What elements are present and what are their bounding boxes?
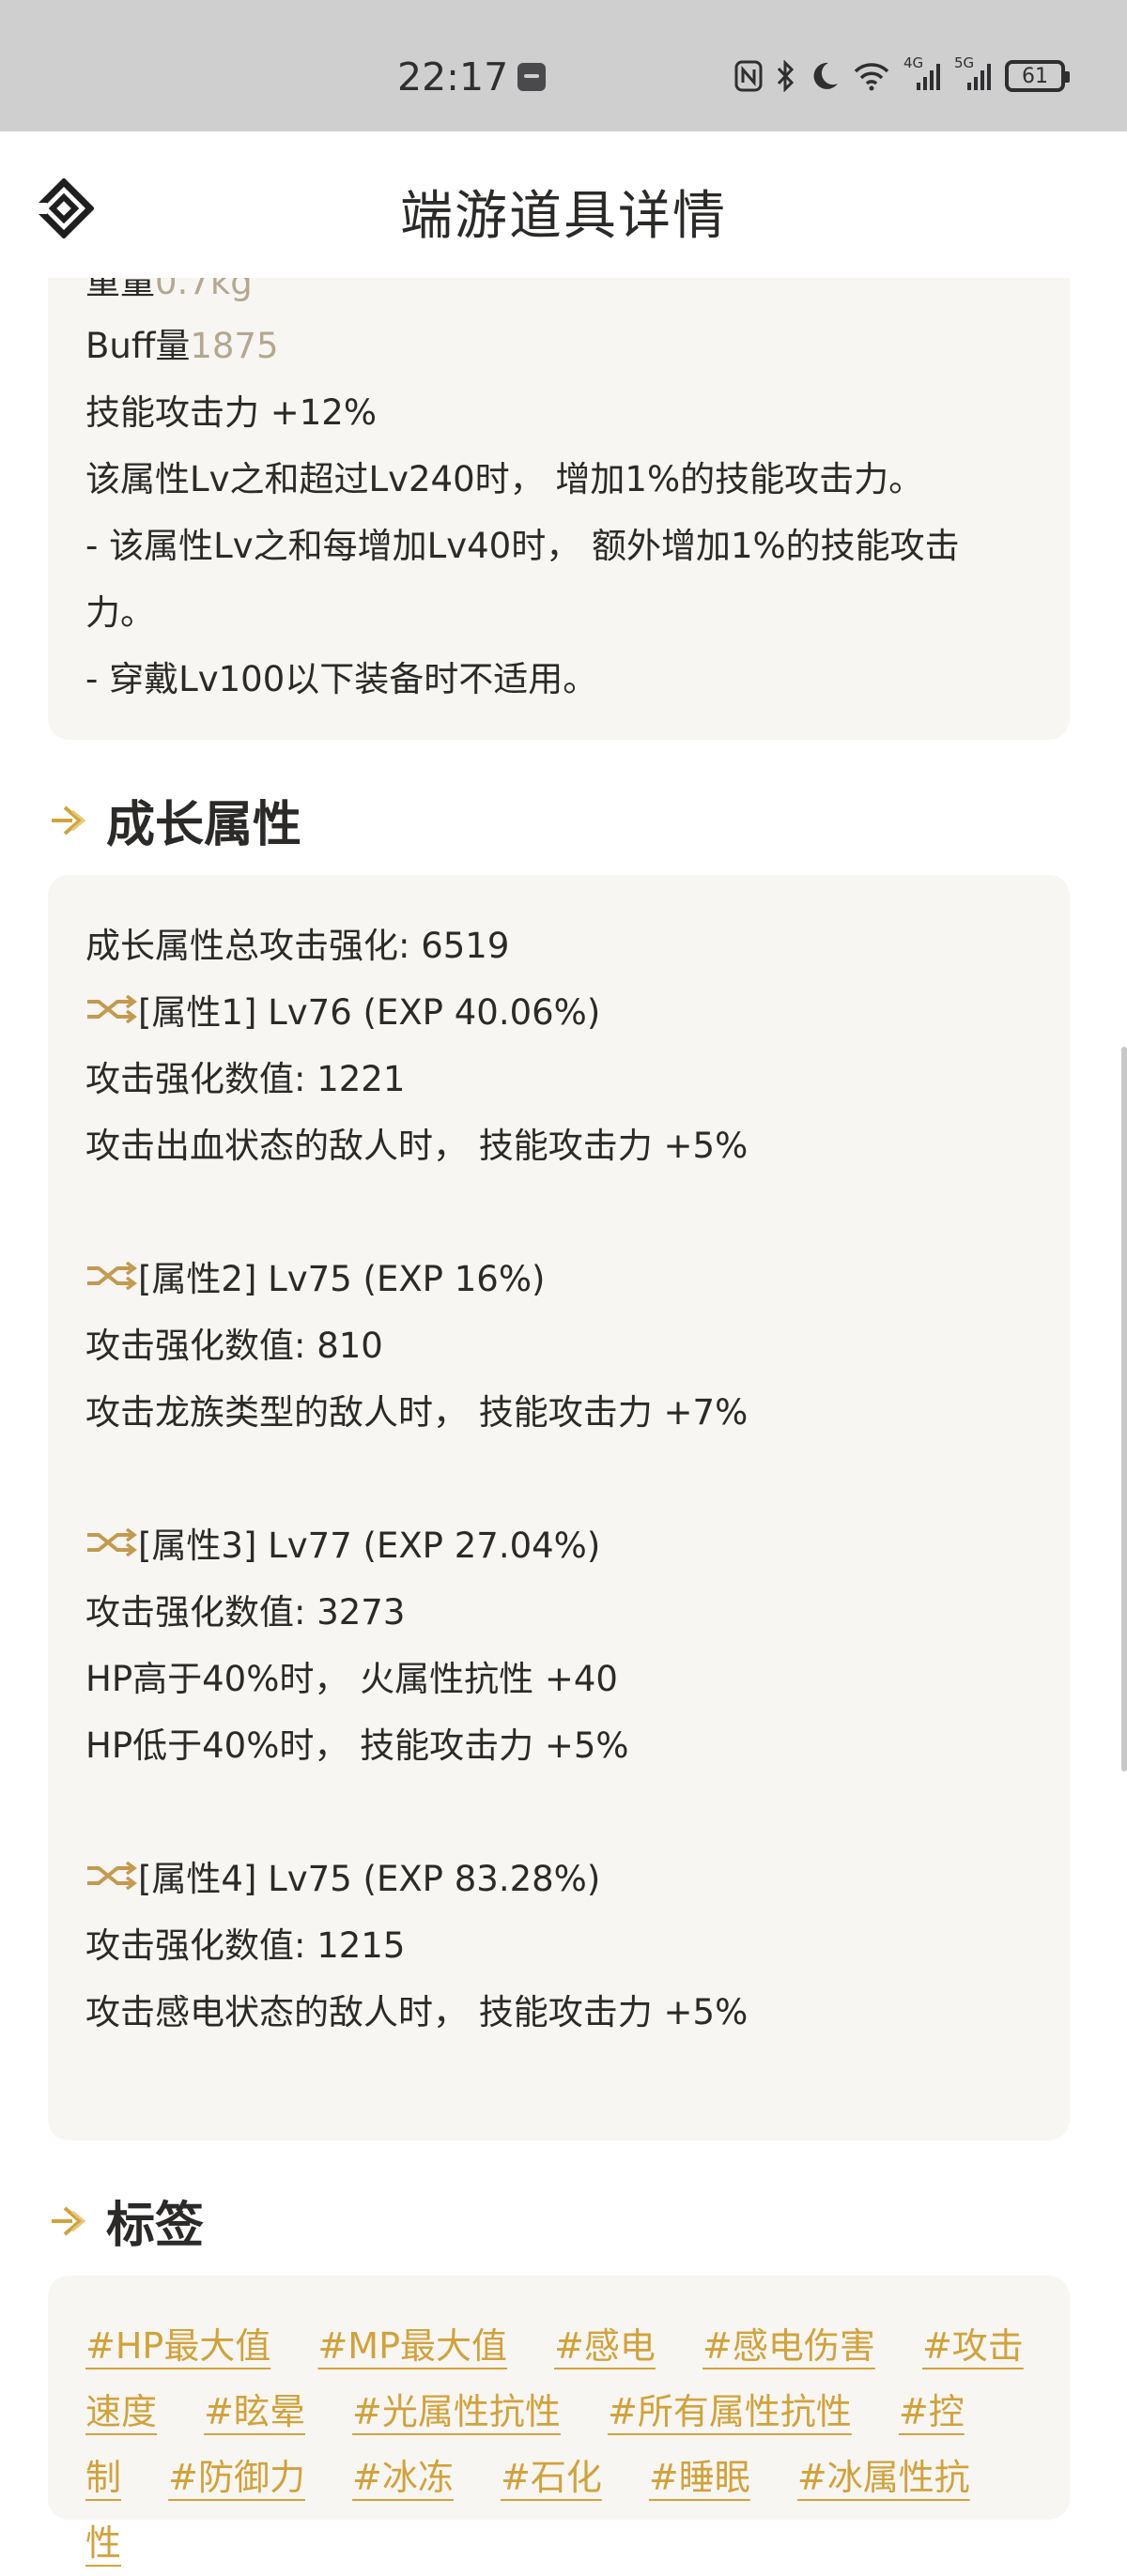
5g-label: 5G xyxy=(954,54,975,71)
scrollbar[interactable] xyxy=(1121,1047,1127,1771)
buff-label: Buff量 xyxy=(85,326,191,366)
tag-link[interactable]: #石化 xyxy=(501,2457,602,2498)
shuffle-icon xyxy=(87,1862,137,1890)
attack-enhance-value: 攻击强化数值: 810 xyxy=(85,1326,383,1366)
buff-value: 1875 xyxy=(190,326,279,366)
attribute-description-line: 力。 xyxy=(85,592,155,633)
moon-icon xyxy=(813,62,838,89)
attack-enhance-value: 攻击强化数值: 1215 xyxy=(85,1925,406,1966)
skill-attack-line: 技能攻击力 +12% xyxy=(85,392,378,433)
attribute-effect: 攻击感电状态的敌人时， 技能攻击力 +5% xyxy=(85,1992,749,2032)
attribute-header-text: [属性1] Lv76 (EXP 40.06%) xyxy=(138,992,601,1033)
attribute-header-text: [属性3] Lv77 (EXP 27.04%) xyxy=(138,1526,601,1566)
attribute-effect: 攻击出血状态的敌人时， 技能攻击力 +5% xyxy=(85,1126,749,1166)
nfc-icon xyxy=(734,60,763,92)
attribute-description-line: 该属性Lv之和超过Lv240时， 增加1%的技能攻击力。 xyxy=(85,459,924,499)
shuffle-icon xyxy=(87,1262,137,1290)
weight-value: 0.7kg xyxy=(155,278,253,302)
section-title: 标签 xyxy=(106,2198,205,2254)
basic-attributes-card: 重量0.7kg Buff量1875 技能攻击力 +12% 该属性Lv之和超过Lv… xyxy=(48,278,1070,740)
attribute-effect: 攻击龙族类型的敌人时， 技能攻击力 +7% xyxy=(85,1392,749,1433)
attribute-description-line: - 穿戴Lv100以下装备时不适用。 xyxy=(85,659,598,699)
4g-signal-icon: 4G xyxy=(903,54,941,92)
weight-line: 重量0.7kg xyxy=(85,278,253,304)
notification-app-icon xyxy=(517,63,547,91)
growth-total: 成长属性总攻击强化: 6519 xyxy=(85,926,510,966)
attribute-effect: HP高于40%时， 火属性抗性 +40 xyxy=(85,1659,618,1699)
attribute-header-text: [属性2] Lv75 (EXP 16%) xyxy=(138,1259,546,1299)
tag-link[interactable]: #睡眠 xyxy=(649,2457,750,2498)
attribute-description-line: - 该属性Lv之和每增加Lv40时， 额外增加1%的技能攻击 xyxy=(85,526,960,566)
growth-section-header: 成长属性 xyxy=(48,785,301,855)
growth-attributes-card: 成长属性总攻击强化: 6519 [属性1] Lv76 (EXP 40.06%) … xyxy=(48,875,1070,2140)
weight-label: 重量 xyxy=(85,278,155,302)
shuffle-icon xyxy=(87,1528,137,1556)
attribute-header: [属性1] Lv76 (EXP 40.06%) xyxy=(85,984,600,1035)
attack-enhance-value: 攻击强化数值: 1221 xyxy=(85,1059,406,1099)
attribute-header-text: [属性4] Lv75 (EXP 83.28%) xyxy=(138,1859,601,1899)
status-time: 22:17 xyxy=(397,54,547,100)
page-title: 端游道具详情 xyxy=(400,186,727,247)
attribute-header: [属性4] Lv75 (EXP 83.28%) xyxy=(85,1850,600,1901)
arrow-right-icon xyxy=(52,2205,86,2236)
wifi-icon xyxy=(854,63,889,91)
tag-list: #HP最大值 #MP最大值 #感电 #感电伤害 #攻击速度 #眩晕 #光属性抗性… xyxy=(85,2313,1034,2576)
status-icons: 4G 5G 61 xyxy=(734,54,1070,92)
4g-label: 4G xyxy=(903,54,924,71)
battery-level: 61 xyxy=(1022,64,1048,88)
attack-enhance-value: 攻击强化数值: 3273 xyxy=(85,1592,406,1633)
bluetooth-icon xyxy=(777,60,795,92)
section-title: 成长属性 xyxy=(106,797,302,853)
5g-signal-icon: 5G xyxy=(954,54,992,92)
tags-card: #HP最大值 #MP最大值 #感电 #感电伤害 #攻击速度 #眩晕 #光属性抗性… xyxy=(48,2276,1070,2564)
battery-icon: 61 xyxy=(1005,60,1070,92)
clock: 22:17 xyxy=(397,54,509,100)
tags-section-header: 标签 xyxy=(48,2185,204,2256)
shuffle-icon xyxy=(87,995,137,1023)
attribute-effect: HP低于40%时， 技能攻击力 +5% xyxy=(85,1725,629,1766)
tag-link[interactable]: #感电伤害 xyxy=(702,2325,875,2367)
tag-link[interactable]: #感电 xyxy=(554,2325,656,2367)
arrow-right-icon xyxy=(52,805,86,836)
attribute-header: [属性3] Lv77 (EXP 27.04%) xyxy=(85,1517,600,1568)
tag-link[interactable]: #所有属性抗性 xyxy=(608,2391,852,2432)
tag-link[interactable]: #光属性抗性 xyxy=(352,2391,561,2432)
buff-line: Buff量1875 xyxy=(85,317,279,368)
tag-link[interactable]: #冰冻 xyxy=(352,2457,454,2498)
tag-link[interactable]: #HP最大值 xyxy=(85,2325,270,2367)
attribute-header: [属性2] Lv75 (EXP 16%) xyxy=(85,1250,545,1301)
status-bar: 22:17 4G 5G 61 xyxy=(0,0,1127,131)
tag-link[interactable]: #MP最大值 xyxy=(317,2325,507,2367)
tag-link[interactable]: #防御力 xyxy=(168,2457,305,2498)
tag-link[interactable]: #眩晕 xyxy=(204,2391,305,2432)
